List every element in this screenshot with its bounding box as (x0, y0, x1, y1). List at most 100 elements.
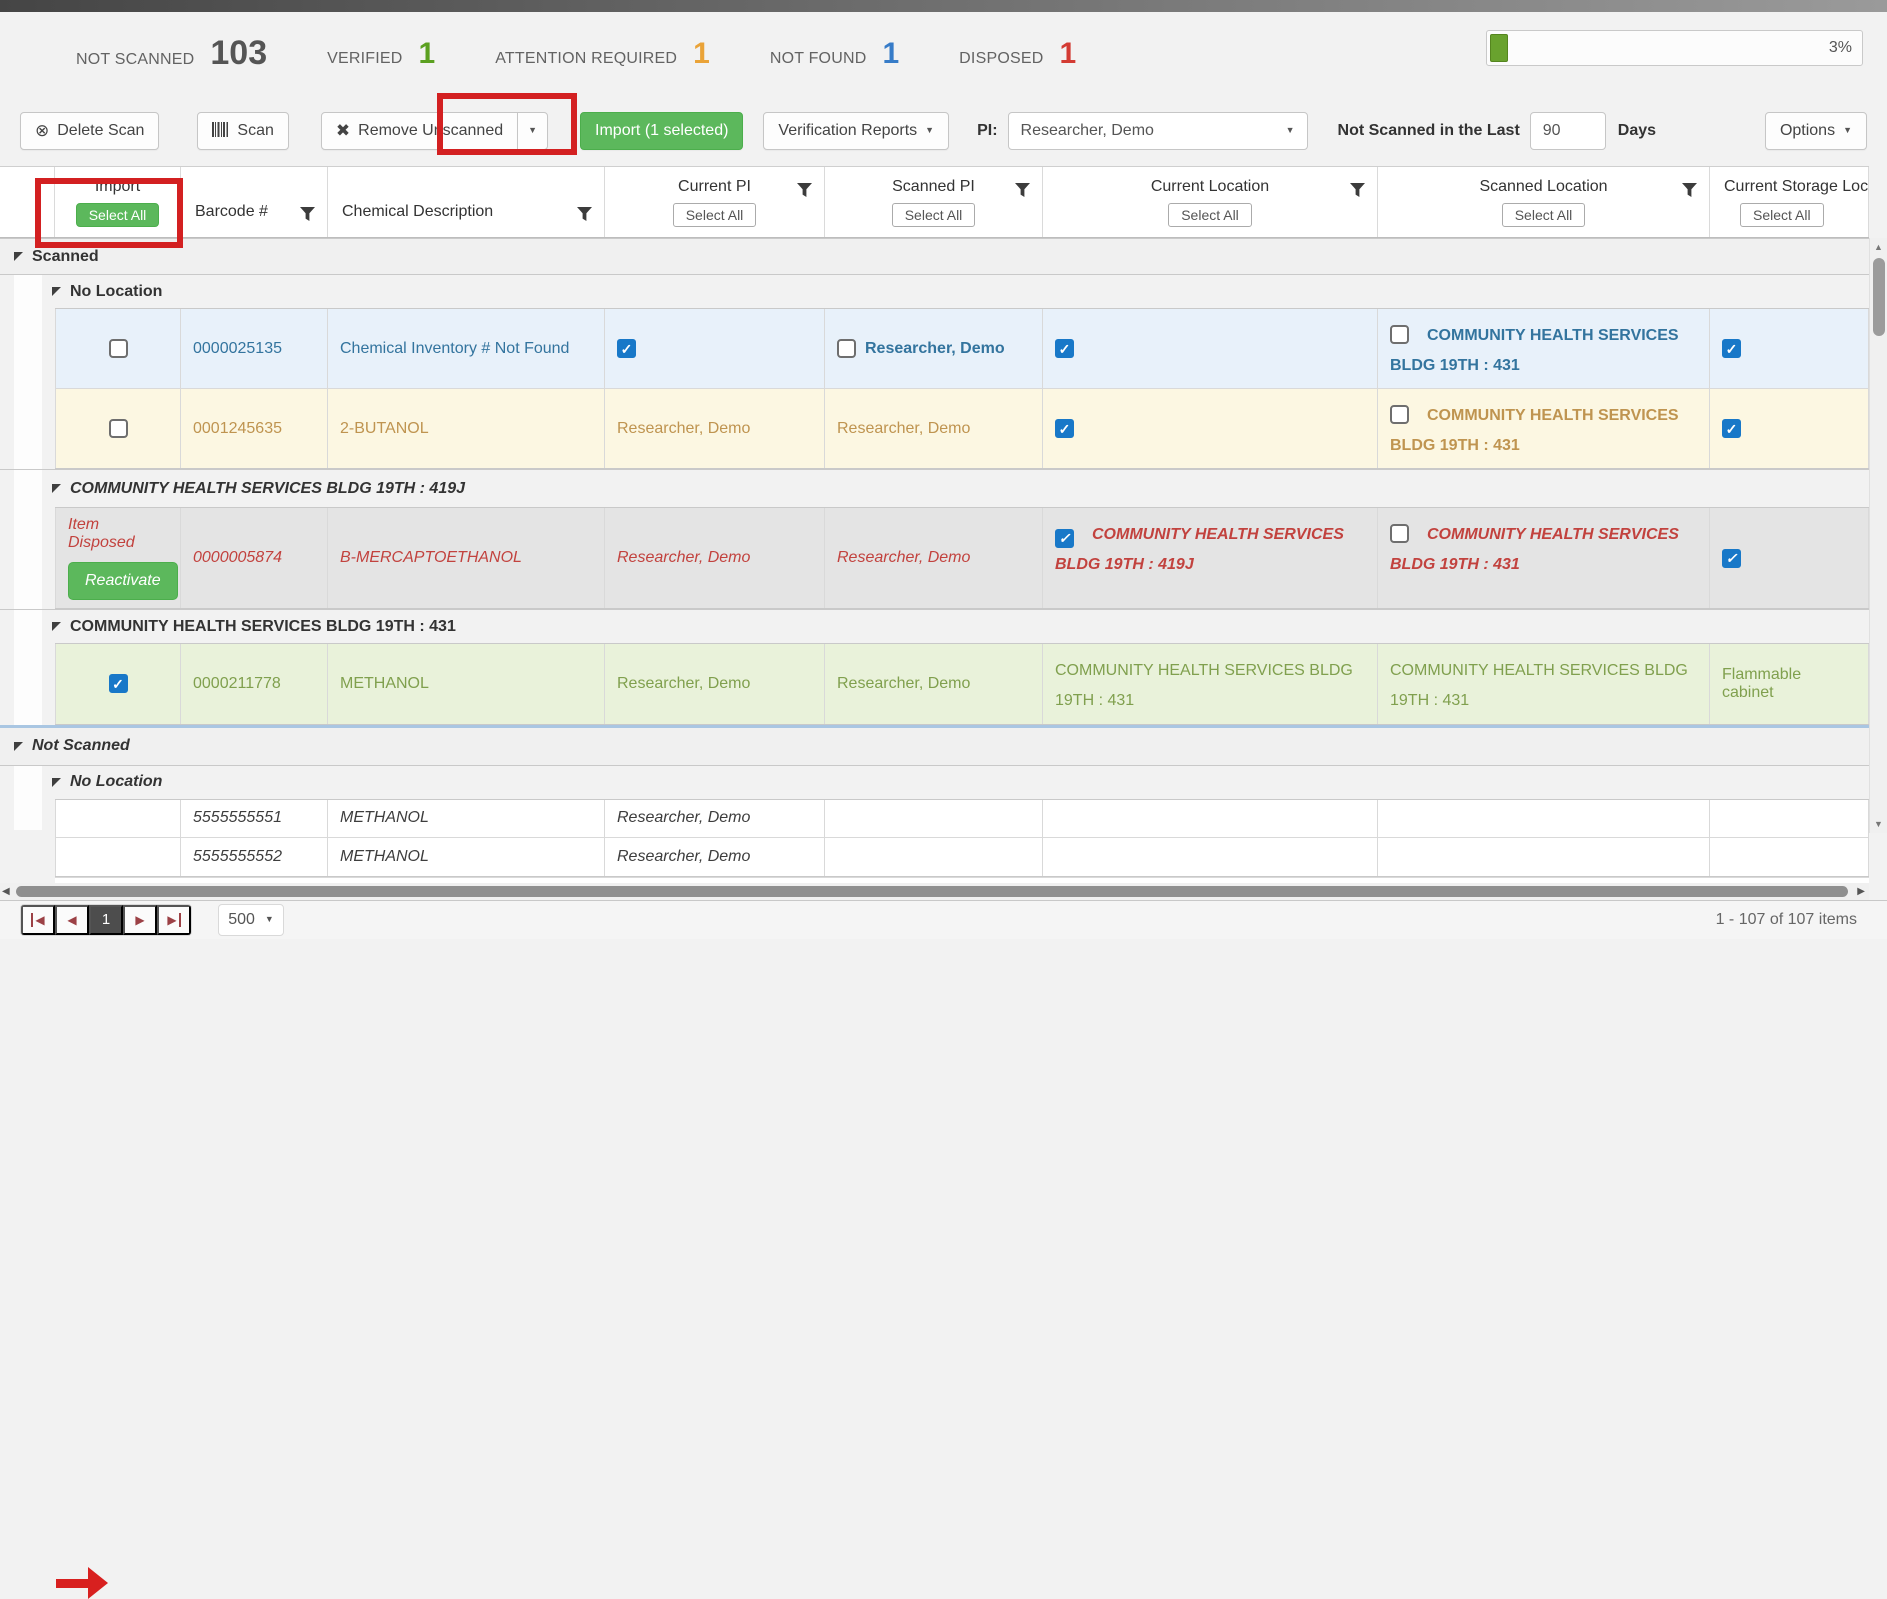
first-page-button[interactable]: ◀ (21, 904, 55, 935)
table-row-0000005874[interactable]: Item Disposed Reactivate 0000005874 B-ME… (55, 508, 1869, 609)
reactivate-button[interactable]: Reactivate (68, 562, 178, 601)
table-row-0001245635[interactable]: 0001245635 2-BUTANOL Researcher, Demo Re… (55, 388, 1869, 469)
stat-value: 103 (210, 34, 268, 72)
previous-page-button[interactable]: ◀ (55, 904, 89, 935)
header-chemical-description-column[interactable]: Chemical Description (328, 167, 605, 237)
barcode-value: 5555555551 (193, 809, 282, 827)
filter-icon[interactable] (797, 183, 812, 197)
pager-bar: ◀ ◀ 1 ▶ ▶ 500 ▼ 1 - 107 of 107 items (0, 899, 1887, 939)
current-location-checkbox[interactable] (1055, 528, 1074, 548)
header-scanned-pi-column[interactable]: Scanned PI Select All (825, 167, 1043, 237)
page-size-select[interactable]: 500 ▼ (218, 903, 284, 936)
previous-icon: ◀ (67, 912, 77, 927)
horizontal-scrollbar-thumb[interactable] (16, 885, 1848, 897)
current-pi-select-all-button[interactable]: Select All (672, 202, 757, 227)
current-location-checkbox[interactable] (1055, 419, 1074, 439)
verification-reports-button[interactable]: Verification Reports ▼ (763, 111, 950, 150)
chemical-description-value: 2-BUTANOL (340, 419, 429, 437)
horizontal-scrollbar[interactable]: ◀ ▶ (0, 882, 1869, 900)
next-icon: ▶ (135, 912, 145, 927)
scroll-down-icon[interactable]: ▼ (1874, 819, 1883, 829)
delete-scan-label: Delete Scan (57, 121, 145, 139)
current-location-value: COMMUNITY HEALTH SERVICES BLDG 19TH : 43… (1055, 662, 1353, 709)
scan-button[interactable]: Scan (197, 111, 289, 150)
delete-scan-button[interactable]: ⊗ Delete Scan (20, 111, 160, 150)
row-group: 0000025135 Chemical Inventory # Not Foun… (55, 308, 1869, 470)
filter-icon[interactable] (1350, 183, 1365, 197)
filter-icon[interactable] (1682, 183, 1697, 197)
scanned-location-select-all-button[interactable]: Select All (1501, 202, 1586, 227)
options-button[interactable]: Options ▼ (1764, 111, 1867, 150)
scanned-location-checkbox[interactable] (1390, 405, 1409, 425)
scanned-location-checkbox[interactable] (1390, 524, 1409, 544)
days-input[interactable] (1529, 111, 1606, 150)
vertical-scrollbar-thumb[interactable] (1873, 258, 1885, 336)
caret-down-icon: ▼ (1843, 125, 1852, 135)
next-page-button[interactable]: ▶ (123, 904, 157, 935)
header-current-location-column[interactable]: Current Location Select All (1043, 167, 1378, 237)
storage-location-checkbox[interactable] (1722, 548, 1741, 568)
grid-body: Scanned No Location 0000025135 Chemical … (0, 238, 1869, 883)
collapse-triangle-icon (14, 741, 23, 751)
progress-fill (1490, 34, 1508, 62)
current-pi-checkbox[interactable] (617, 339, 636, 359)
stat-value: 1 (693, 36, 710, 70)
header-current-pi-column[interactable]: Current PI Select All (605, 167, 825, 237)
seek-last-icon: ▶ (167, 912, 181, 927)
scan-label: Scan (237, 121, 274, 139)
group-label: COMMUNITY HEALTH SERVICES BLDG 19TH : 41… (70, 479, 466, 497)
group-header-not-scanned[interactable]: Not Scanned (0, 724, 1869, 765)
header-barcode-column[interactable]: Barcode # (181, 167, 328, 237)
current-page-button[interactable]: 1 (89, 904, 123, 935)
group-header-bldg-19th-431[interactable]: COMMUNITY HEALTH SERVICES BLDG 19TH : 43… (0, 609, 1869, 643)
caret-down-icon: ▼ (925, 125, 935, 135)
stat-label: VERIFIED (327, 49, 403, 67)
last-page-button[interactable]: ▶ (157, 904, 191, 935)
pi-select[interactable]: Researcher, Demo ▼ (1007, 111, 1308, 150)
scroll-up-icon[interactable]: ▲ (1874, 242, 1883, 252)
scroll-left-icon[interactable]: ◀ (2, 886, 10, 897)
current-location-select-all-button[interactable]: Select All (1168, 202, 1252, 227)
scanned-pi-checkbox[interactable] (837, 339, 856, 359)
scanned-location-value: COMMUNITY HEALTH SERVICES BLDG 19TH : 43… (1390, 407, 1679, 454)
import-selected-button[interactable]: Import (1 selected) (580, 111, 744, 150)
vertical-scrollbar[interactable]: ▲ ▼ (1869, 238, 1887, 833)
import-checkbox[interactable] (108, 419, 128, 439)
stat-label: DISPOSED (959, 49, 1044, 67)
storage-location-checkbox[interactable] (1722, 419, 1741, 439)
table-row-0000211778[interactable]: 0000211778 METHANOL Researcher, Demo Res… (55, 644, 1869, 724)
group-label: No Location (70, 773, 163, 791)
group-header-no-location-2[interactable]: No Location (0, 764, 1869, 799)
remove-unscanned-button[interactable]: ✖ Remove Unscanned (320, 111, 519, 150)
group-header-bldg-19th-419j[interactable]: COMMUNITY HEALTH SERVICES BLDG 19TH : 41… (0, 469, 1869, 507)
table-row-5555555552[interactable]: 5555555552 METHANOL Researcher, Demo (55, 836, 1869, 876)
chemical-description-value: METHANOL (340, 847, 429, 865)
remove-unscanned-dropdown-button[interactable]: ▼ (517, 111, 549, 150)
header-scanned-location-column[interactable]: Scanned Location Select All (1378, 167, 1710, 237)
filter-icon[interactable] (1015, 183, 1030, 197)
scanned-location-value: COMMUNITY HEALTH SERVICES BLDG 19TH : 43… (1390, 662, 1688, 709)
scroll-right-icon[interactable]: ▶ (1857, 886, 1865, 897)
chemical-description-column-title: Chemical Description (342, 203, 494, 220)
group-header-no-location[interactable]: No Location (0, 274, 1869, 308)
scanned-location-column-title: Scanned Location (1479, 177, 1608, 195)
page-size-value: 500 (228, 910, 255, 928)
storage-location-select-all-button[interactable]: Select All (1740, 202, 1824, 227)
scanned-pi-select-all-button[interactable]: Select All (891, 202, 976, 227)
chemical-verification-screen: NOT SCANNED 103 VERIFIED 1 ATTENTION REQ… (0, 0, 1887, 1599)
table-row-0000025135[interactable]: 0000025135 Chemical Inventory # Not Foun… (55, 309, 1869, 389)
header-storage-location-column[interactable]: Current Storage Locat Select All (1710, 167, 1869, 237)
days-label: Days (1617, 121, 1657, 139)
storage-location-checkbox[interactable] (1722, 339, 1741, 359)
import-checkbox[interactable] (108, 339, 128, 359)
scanned-location-checkbox[interactable] (1390, 325, 1409, 344)
group-header-scanned[interactable]: Scanned (0, 238, 1869, 274)
table-row-5555555551[interactable]: 5555555551 METHANOL Researcher, Demo (55, 799, 1869, 837)
current-location-checkbox[interactable] (1055, 339, 1074, 359)
storage-location-value: Flammable cabinet (1722, 665, 1802, 701)
import-select-all-button[interactable]: Select All (75, 202, 160, 227)
filter-icon[interactable] (300, 207, 315, 221)
stat-verified: VERIFIED 1 (327, 37, 435, 71)
filter-icon[interactable] (577, 207, 592, 221)
import-checkbox[interactable] (108, 674, 128, 694)
